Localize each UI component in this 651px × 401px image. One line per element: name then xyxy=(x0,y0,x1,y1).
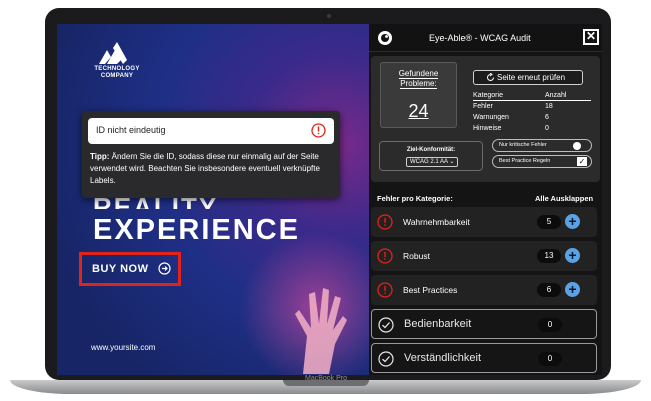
category-row-robust[interactable]: Robust 13 + xyxy=(371,241,597,271)
conformance-level-select[interactable]: WCAG 2.1 AA ⌄ xyxy=(406,157,458,167)
found-problems-count[interactable]: 24 xyxy=(381,101,456,122)
found-problems-box: Gefundene Probleme: 24 xyxy=(380,62,457,128)
alert-icon xyxy=(377,214,393,230)
website-url[interactable]: www.yoursite.com xyxy=(91,343,155,352)
buy-now-button[interactable]: BUY NOW xyxy=(92,263,148,275)
stats-header-category: Kategorie xyxy=(473,92,503,99)
audit-panel: Eye-Able® - WCAG Audit ✕ Gefundene Probl… xyxy=(369,24,602,375)
conformance-level-box: Ziel-Konformität: WCAG 2.1 AA ⌄ xyxy=(379,141,483,171)
conformance-level-value: WCAG 2.1 AA xyxy=(410,159,448,165)
best-practice-label: Best Practice Regeln xyxy=(499,158,551,164)
eye-able-logo-icon xyxy=(378,31,392,45)
expand-plus-icon[interactable]: + xyxy=(565,282,580,297)
summary-card: Gefundene Probleme: 24 Seite erneut prüf… xyxy=(371,56,600,182)
tooltip-body: Tipp: Ändern Sie die ID, sodass diese nu… xyxy=(90,151,338,187)
stats-value: 6 xyxy=(545,114,549,121)
found-problems-label: Gefundene Probleme: xyxy=(381,69,456,89)
close-button[interactable]: ✕ xyxy=(583,29,599,45)
expand-all-button[interactable]: Alle Ausklappen xyxy=(535,194,593,203)
category-label: Best Practices xyxy=(403,285,458,295)
category-count: 5 xyxy=(537,215,561,229)
expand-plus-icon[interactable]: + xyxy=(565,248,580,263)
issue-tooltip: ID nicht eindeutig Tipp: Ändern Sie die … xyxy=(82,111,340,198)
errors-per-category-heading: Fehler pro Kategorie: xyxy=(377,194,453,203)
stats-header-count: Anzahl xyxy=(545,92,567,99)
critical-only-label: Nur kritische Fehler xyxy=(499,142,547,148)
stats-label: Warnungen xyxy=(473,114,509,121)
stats-row: Warnungen 6 xyxy=(473,112,591,123)
category-count: 13 xyxy=(537,249,561,263)
refresh-icon xyxy=(487,73,494,81)
stats-label: Fehler xyxy=(473,103,493,110)
category-label: Wahrnehmbarkeit xyxy=(403,217,470,227)
panel-title: Eye-Able® - WCAG Audit xyxy=(429,33,531,43)
alert-icon xyxy=(377,248,393,264)
alert-icon xyxy=(311,123,326,138)
hand-illustration-icon xyxy=(295,288,347,374)
category-row-bedienbarkeit[interactable]: Bedienbarkeit 0 xyxy=(371,309,597,339)
tooltip-title: ID nicht eindeutig xyxy=(96,125,166,135)
toggle-knob xyxy=(573,142,581,150)
arrow-circle-icon xyxy=(158,262,171,275)
category-label: Bedienbarkeit xyxy=(404,318,472,330)
stats-label: Hinweise xyxy=(473,125,502,132)
category-row-wahrnehmbarkeit[interactable]: Wahrnehmbarkeit 5 + xyxy=(371,207,597,237)
alert-icon xyxy=(377,282,393,298)
expand-plus-icon[interactable]: + xyxy=(565,214,580,229)
category-label: Verständlichkeit xyxy=(404,352,482,364)
tooltip-header: ID nicht eindeutig xyxy=(88,118,334,144)
laptop-screen: TECHNOLOGY COMPANY REALITY EXPERIENCE BU… xyxy=(57,24,602,375)
category-row-verstaendlichkeit[interactable]: Verständlichkeit 0 xyxy=(371,343,597,373)
best-practice-checkbox[interactable]: Best Practice Regeln ✓ xyxy=(492,155,592,168)
panel-header: Eye-Able® - WCAG Audit ✕ xyxy=(369,24,602,52)
camera-icon xyxy=(327,14,331,18)
device-brand-label: MacBook Pro xyxy=(304,375,348,382)
tooltip-tip-text: Ändern Sie die ID, sodass diese nur einm… xyxy=(90,152,320,185)
logo-line-2: COMPANY xyxy=(100,73,134,79)
category-count: 6 xyxy=(537,283,561,297)
stats-header-row: Kategorie Anzahl xyxy=(473,90,591,101)
checkmark-icon: ✓ xyxy=(577,157,587,166)
tooltip-tip-label: Tipp: xyxy=(90,152,110,161)
category-count: 0 xyxy=(538,318,562,332)
ad-banner: TECHNOLOGY COMPANY REALITY EXPERIENCE BU… xyxy=(57,24,397,375)
critical-only-toggle[interactable]: Nur kritische Fehler xyxy=(492,139,592,152)
stats-value: 0 xyxy=(545,125,549,132)
stats-value: 18 xyxy=(545,103,553,110)
headline: EXPERIENCE xyxy=(93,214,300,246)
company-logo-icon xyxy=(99,42,127,64)
stage: TECHNOLOGY COMPANY REALITY EXPERIENCE BU… xyxy=(0,0,651,401)
recheck-page-button[interactable]: Seite erneut prüfen xyxy=(473,70,583,85)
category-row-best-practices[interactable]: Best Practices 6 + xyxy=(371,275,597,305)
stats-table: Kategorie Anzahl Fehler 18 Warnungen 6 H… xyxy=(473,90,591,134)
check-circle-icon xyxy=(378,351,394,367)
category-count: 0 xyxy=(538,352,562,366)
conformance-level-label: Ziel-Konformität: xyxy=(406,147,456,153)
logo-line-1: TECHNOLOGY xyxy=(94,66,140,72)
close-icon: ✕ xyxy=(585,29,597,43)
recheck-label: Seite erneut prüfen xyxy=(497,73,566,82)
stats-row: Fehler 18 xyxy=(473,101,591,112)
category-label: Robust xyxy=(403,251,430,261)
check-circle-icon xyxy=(378,317,394,333)
found-problems-text: Gefundene Probleme: xyxy=(398,69,439,89)
company-logo-text: TECHNOLOGY COMPANY xyxy=(87,66,147,80)
stats-row: Hinweise 0 xyxy=(473,123,591,134)
